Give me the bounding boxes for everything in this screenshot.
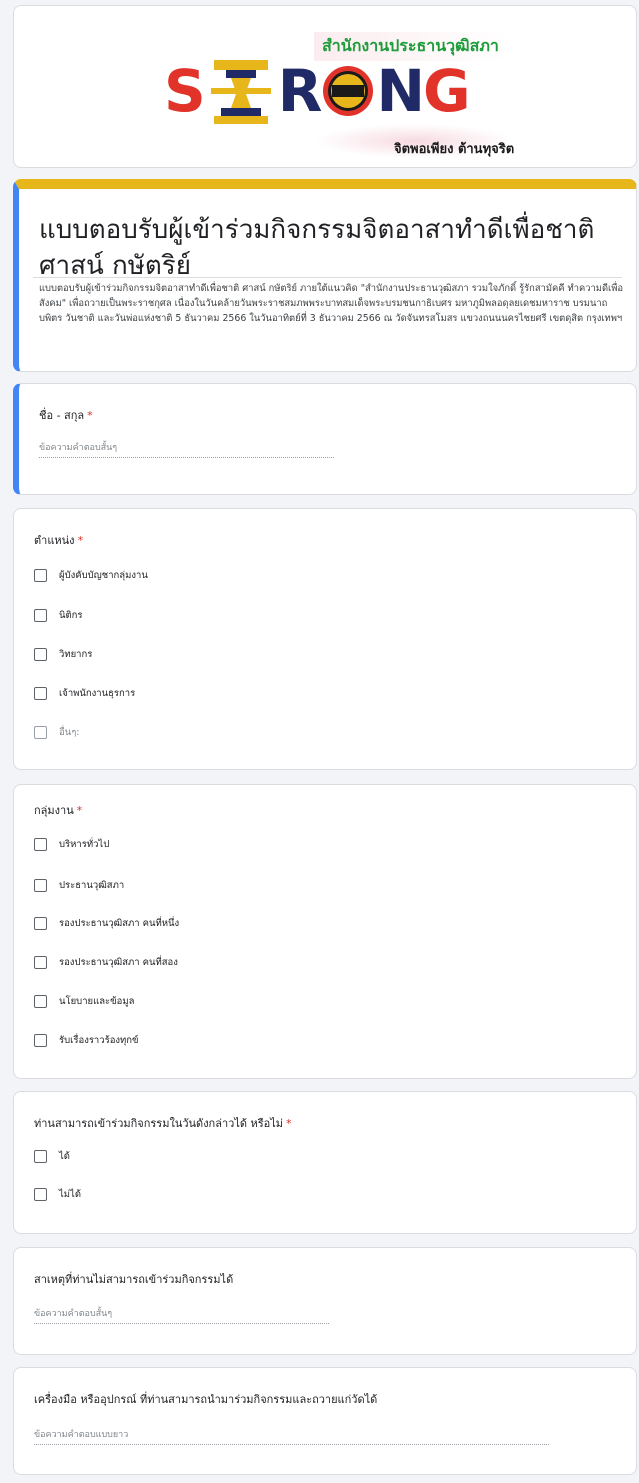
logo-letter-r: R	[277, 57, 323, 125]
checkbox-option[interactable]: เจ้าพนักงานธุรการ	[34, 684, 135, 702]
logo-letter-g: G	[423, 57, 471, 125]
question-reason-card: สาเหตุที่ท่านไม่สามารถเข้าร่วมกิจกรรมได้	[13, 1247, 637, 1355]
required-asterisk: *	[77, 534, 84, 547]
checkbox[interactable]	[34, 1149, 47, 1163]
checkbox-option[interactable]: บริหารทั่วไป	[34, 835, 109, 853]
checkbox-option[interactable]: รองประธานวุฒิสภา คนที่หนึ่ง	[34, 914, 179, 932]
checkbox-option[interactable]: นโยบายและข้อมูล	[34, 992, 134, 1010]
question-group-card: กลุ่มงาน * บริหารทั่วไป ประธานวุฒิสภา รอง…	[13, 784, 637, 1079]
question-reason-label: สาเหตุที่ท่านไม่สามารถเข้าร่วมกิจกรรมได้	[34, 1273, 234, 1286]
strong-logo: S R N G	[164, 56, 514, 126]
title-divider	[33, 277, 622, 278]
checkbox-option[interactable]: ผู้บังคับบัญชากลุ่มงาน	[34, 566, 148, 584]
checkbox[interactable]	[34, 1033, 47, 1047]
checkbox-option[interactable]: นิติกร	[34, 606, 83, 624]
form-description: แบบตอบรับผู้เข้าร่วมกิจกรรมจิตอาสาทำดีเพ…	[39, 283, 624, 324]
tools-textarea[interactable]	[34, 1426, 549, 1445]
question-group-label: กลุ่มงาน *	[34, 804, 83, 817]
checkbox[interactable]	[34, 1187, 47, 1201]
pedestal-tray-icon	[210, 60, 271, 124]
logo-letter-s: S	[164, 57, 206, 125]
question-attend-card: ท่านสามารถเข้าร่วมกิจกรรมในวันดังกล่าวได…	[13, 1091, 637, 1234]
question-position-label: ตำแหน่ง *	[34, 534, 84, 547]
checkbox[interactable]	[34, 878, 47, 892]
header-banner-image: สำนักงานประธานวุฒิสภา S R N G จิตพอเพียง…	[14, 6, 636, 167]
checkbox[interactable]	[34, 608, 47, 622]
form-title-card: แบบตอบรับผู้เข้าร่วมกิจกรรมจิตอาสาทำดีเพ…	[13, 179, 637, 372]
question-name-card: ชื่อ - สกุล *	[13, 383, 637, 495]
required-asterisk: *	[87, 409, 93, 422]
reason-input[interactable]	[34, 1305, 329, 1324]
senate-strong-emblem	[323, 66, 374, 116]
banner-tagline: จิตพอเพียง ต้านทุจริต	[394, 142, 515, 157]
question-tools-label: เครื่องมือ หรืออุปกรณ์ ที่ท่านสามารถนำมา…	[34, 1393, 378, 1406]
checkbox[interactable]	[34, 725, 47, 739]
checkbox-option[interactable]: วิทยากร	[34, 645, 92, 663]
checkbox[interactable]	[34, 837, 47, 851]
header-banner-card: สำนักงานประธานวุฒิสภา S R N G จิตพอเพียง…	[13, 5, 637, 168]
question-position-card: ตำแหน่ง * ผู้บังคับบัญชากลุ่มงาน นิติกร ว…	[13, 508, 637, 770]
question-attend-label: ท่านสามารถเข้าร่วมกิจกรรมในวันดังกล่าวได…	[34, 1117, 292, 1130]
required-asterisk: *	[286, 1117, 292, 1130]
checkbox-option[interactable]: ได้	[34, 1147, 70, 1165]
checkbox-option[interactable]: ไม่ได้	[34, 1185, 81, 1203]
required-asterisk: *	[76, 804, 83, 817]
checkbox[interactable]	[34, 647, 47, 661]
checkbox[interactable]	[34, 955, 47, 969]
checkbox-option[interactable]: รองประธานวุฒิสภา คนที่สอง	[34, 953, 178, 971]
question-name-label: ชื่อ - สกุล *	[39, 409, 93, 422]
checkbox-option-other[interactable]: อื่นๆ:	[34, 723, 80, 741]
checkbox[interactable]	[34, 686, 47, 700]
form-title: แบบตอบรับผู้เข้าร่วมกิจกรรมจิตอาสาทำดีเพ…	[39, 215, 595, 281]
checkbox[interactable]	[34, 994, 47, 1008]
checkbox[interactable]	[34, 568, 47, 582]
logo-letter-n: N	[376, 57, 425, 125]
question-tools-card: เครื่องมือ หรืออุปกรณ์ ที่ท่านสามารถนำมา…	[13, 1367, 637, 1475]
checkbox-option[interactable]: รับเรื่องราวร้องทุกข์	[34, 1031, 139, 1049]
checkbox[interactable]	[34, 916, 47, 930]
name-input[interactable]	[39, 439, 334, 458]
checkbox-option[interactable]: ประธานวุฒิสภา	[34, 876, 124, 894]
